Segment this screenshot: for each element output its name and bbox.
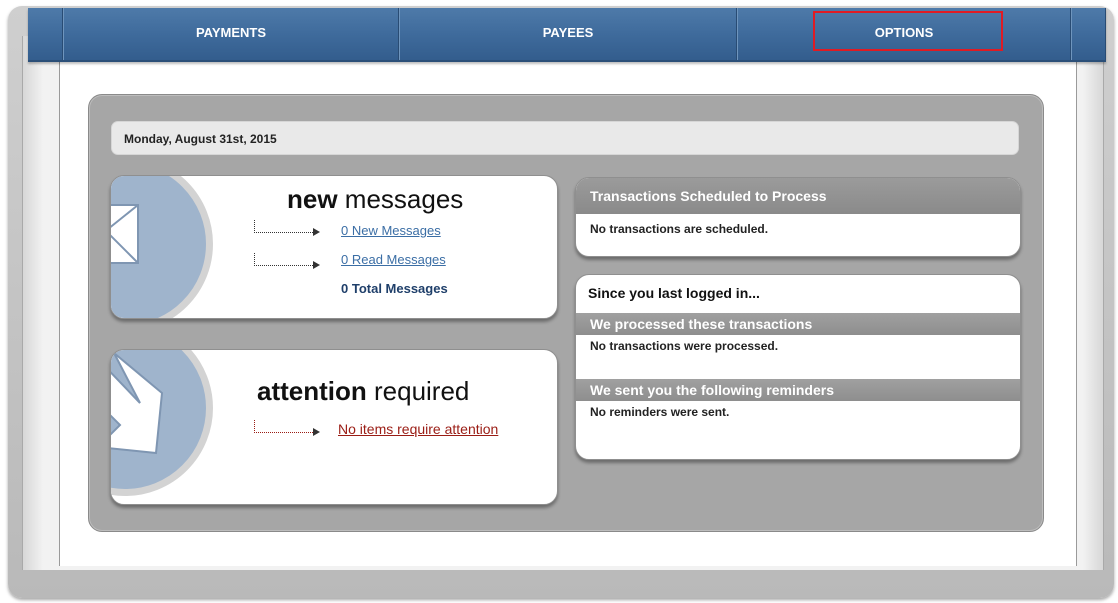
total-messages: 0 Total Messages [341,281,448,296]
attention-icon-circle [111,350,213,496]
reminders-header: We sent you the following reminders [576,379,1020,401]
messages-title: new messages [287,184,463,215]
since-title: Since you last logged in... [588,285,760,301]
date-bar: Monday, August 31st, 2015 [111,121,1019,155]
processed-header: We processed these transactions [576,313,1020,335]
options-highlight-box [813,11,1003,51]
tab-payees-label: PAYEES [542,25,594,40]
tab-payments[interactable]: PAYMENTS [63,8,399,60]
read-messages-link[interactable]: 0 Read Messages [341,252,446,267]
scheduled-transactions-card: Transactions Scheduled to Process No tra… [575,177,1021,257]
nav-left-cap [28,8,63,60]
processed-text: No transactions were processed. [590,339,779,353]
nav-right-cap [1071,8,1106,60]
total-messages-row: 0 Total Messages [341,281,448,296]
attention-title-bold: attention [257,376,367,406]
reminders-text: No reminders were sent. [590,405,730,419]
arrow-icon [111,352,164,455]
tab-payees[interactable]: PAYEES [399,8,737,60]
read-messages-connector [254,253,320,269]
messages-title-bold: new [287,184,338,214]
attention-connector [254,420,320,436]
attention-title: attention required [257,376,469,407]
envelope-icon [111,204,139,264]
messages-title-rest: messages [337,184,464,214]
tab-payments-label: PAYMENTS [195,25,267,40]
main-nav: PAYMENTS PAYEES OPTIONS [28,8,1106,62]
tab-options[interactable]: OPTIONS [737,8,1071,60]
new-messages-link[interactable]: 0 New Messages [341,223,441,238]
messages-icon-circle [111,176,213,318]
scheduled-text: No transactions are scheduled. [590,222,769,236]
messages-card: new messages 0 New Messages 0 Read Messa… [110,175,558,319]
attention-link[interactable]: No items require attention [338,421,498,437]
attention-card: attention required No items require atte… [110,349,558,505]
current-date: Monday, August 31st, 2015 [124,132,277,146]
read-messages-row: 0 Read Messages [341,252,446,267]
new-messages-row: 0 New Messages [341,223,441,238]
scheduled-header: Transactions Scheduled to Process [576,178,1020,214]
since-last-login-card: Since you last logged in... We processed… [575,274,1021,460]
attention-title-rest: required [366,376,470,406]
new-messages-connector [254,220,320,236]
dashboard-panel: Monday, August 31st, 2015 new messages 0… [88,94,1044,532]
attention-row: No items require attention [338,421,498,437]
